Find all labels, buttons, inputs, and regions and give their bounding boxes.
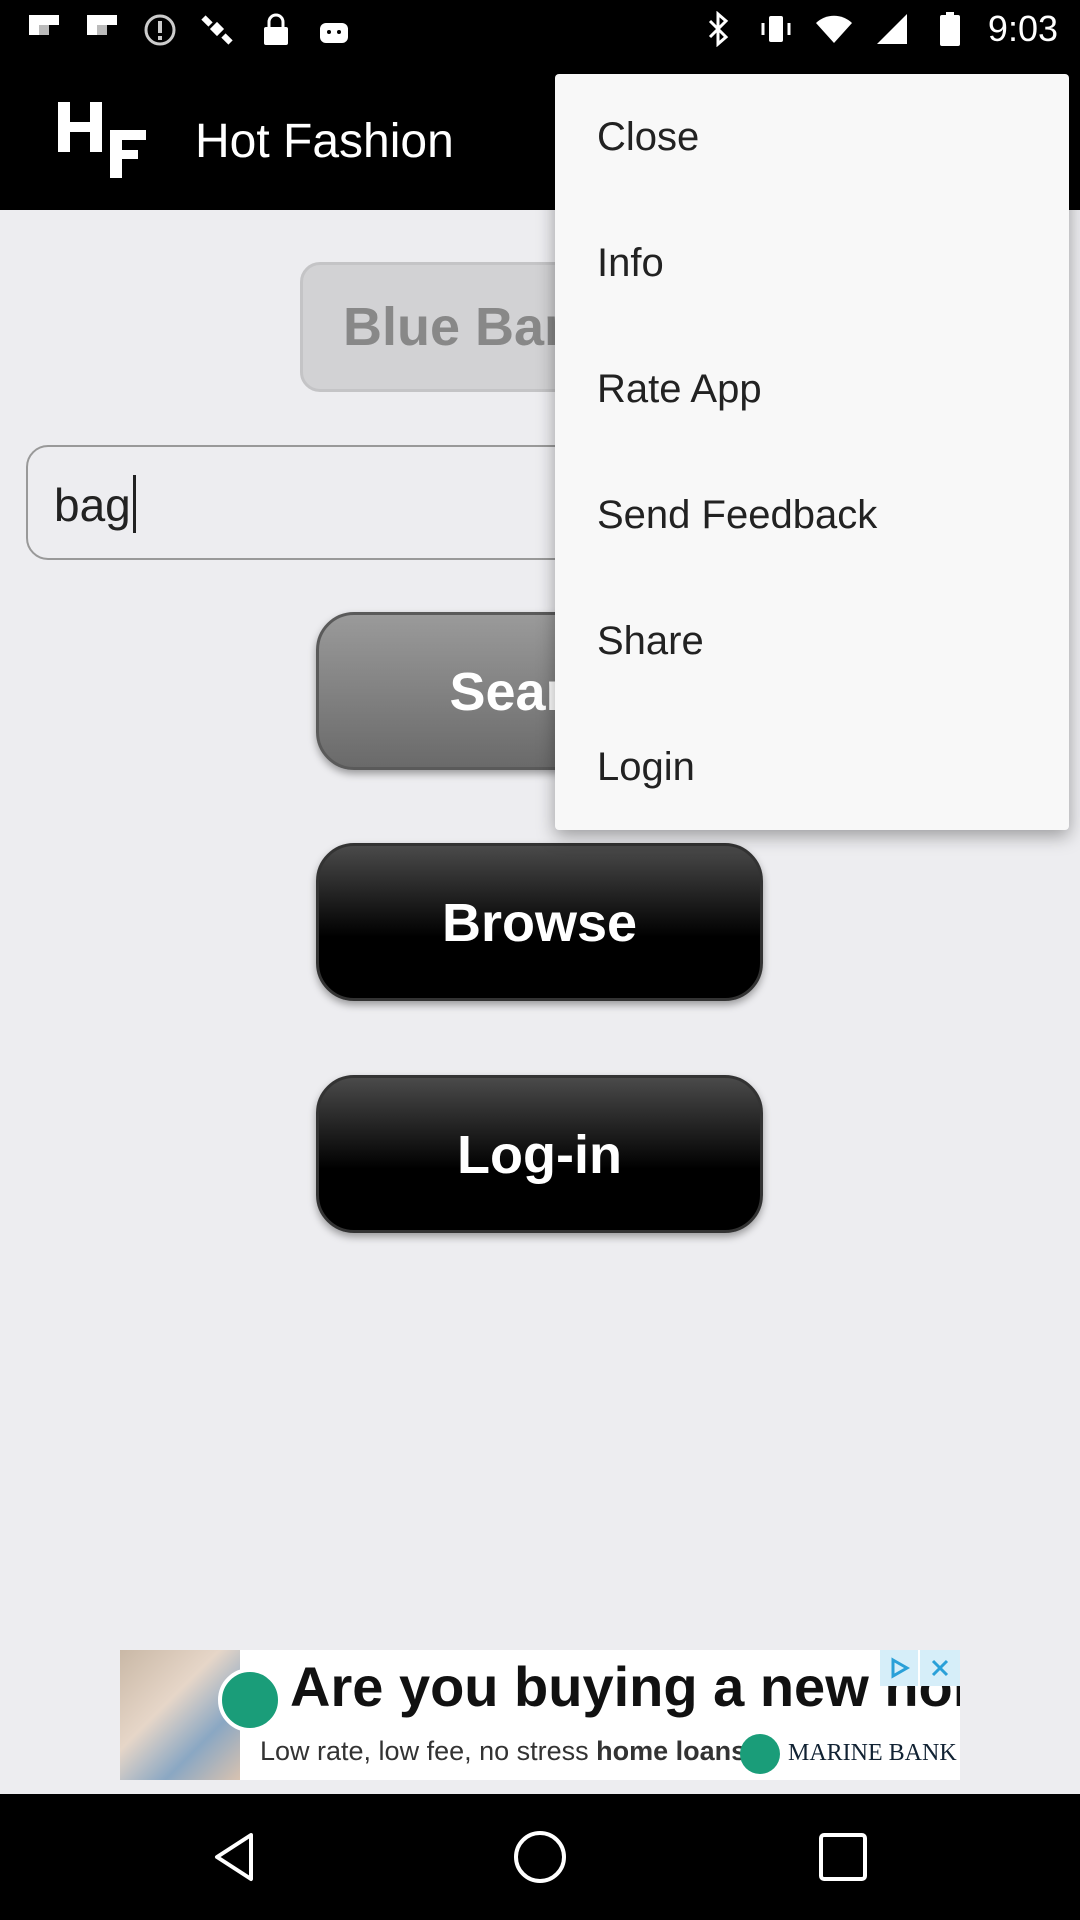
signal-icon (872, 9, 912, 49)
home-icon[interactable] (505, 1822, 575, 1892)
android-icon (314, 10, 354, 50)
app-logo (56, 100, 156, 180)
ad-headline: Are you buying a new home? (290, 1655, 960, 1718)
marine-bank-logo (740, 1734, 780, 1774)
status-notifications (24, 10, 354, 50)
lock-icon (256, 10, 296, 50)
vibrate-icon (756, 9, 796, 49)
ad-subline: Low rate, low fee, no stress home loans (260, 1736, 747, 1766)
flipboard-icon (82, 10, 122, 50)
ad-choices-icon[interactable] (880, 1650, 918, 1686)
menu-item-share[interactable]: Share (555, 578, 1069, 704)
app-title: Hot Fashion (195, 115, 454, 168)
flipboard-icon (24, 10, 64, 50)
wifi-icon (814, 9, 854, 49)
menu-item-send-feedback[interactable]: Send Feedback (555, 452, 1069, 578)
bluetooth-icon (698, 9, 738, 49)
menu-item-info[interactable]: Info (555, 200, 1069, 326)
ad-bank-name: MARINE BANK (788, 1740, 957, 1766)
search-input-value: bag (54, 475, 136, 533)
marine-bank-logo (218, 1668, 282, 1732)
overflow-menu: Close Info Rate App Send Feedback Share … (555, 74, 1069, 830)
status-bar: 9:03 (0, 0, 1080, 62)
login-button[interactable]: Log-in (316, 1075, 763, 1233)
status-system: 9:03 (698, 8, 1058, 50)
recents-icon[interactable] (808, 1822, 878, 1892)
ad-close-icon[interactable] (920, 1650, 960, 1686)
text-caret (132, 475, 136, 533)
ad-banner[interactable]: Are you buying a new home? Low rate, low… (120, 1650, 960, 1780)
back-icon[interactable] (200, 1822, 270, 1892)
menu-item-login[interactable]: Login (555, 704, 1069, 830)
clock: 9:03 (987, 8, 1058, 49)
menu-item-rate-app[interactable]: Rate App (555, 326, 1069, 452)
browse-button[interactable]: Browse (316, 843, 763, 1001)
navigation-bar (0, 1794, 1080, 1920)
battery-icon (930, 9, 970, 49)
alert-icon (140, 10, 180, 50)
satellite-icon (198, 10, 238, 50)
menu-item-close[interactable]: Close (555, 74, 1069, 200)
